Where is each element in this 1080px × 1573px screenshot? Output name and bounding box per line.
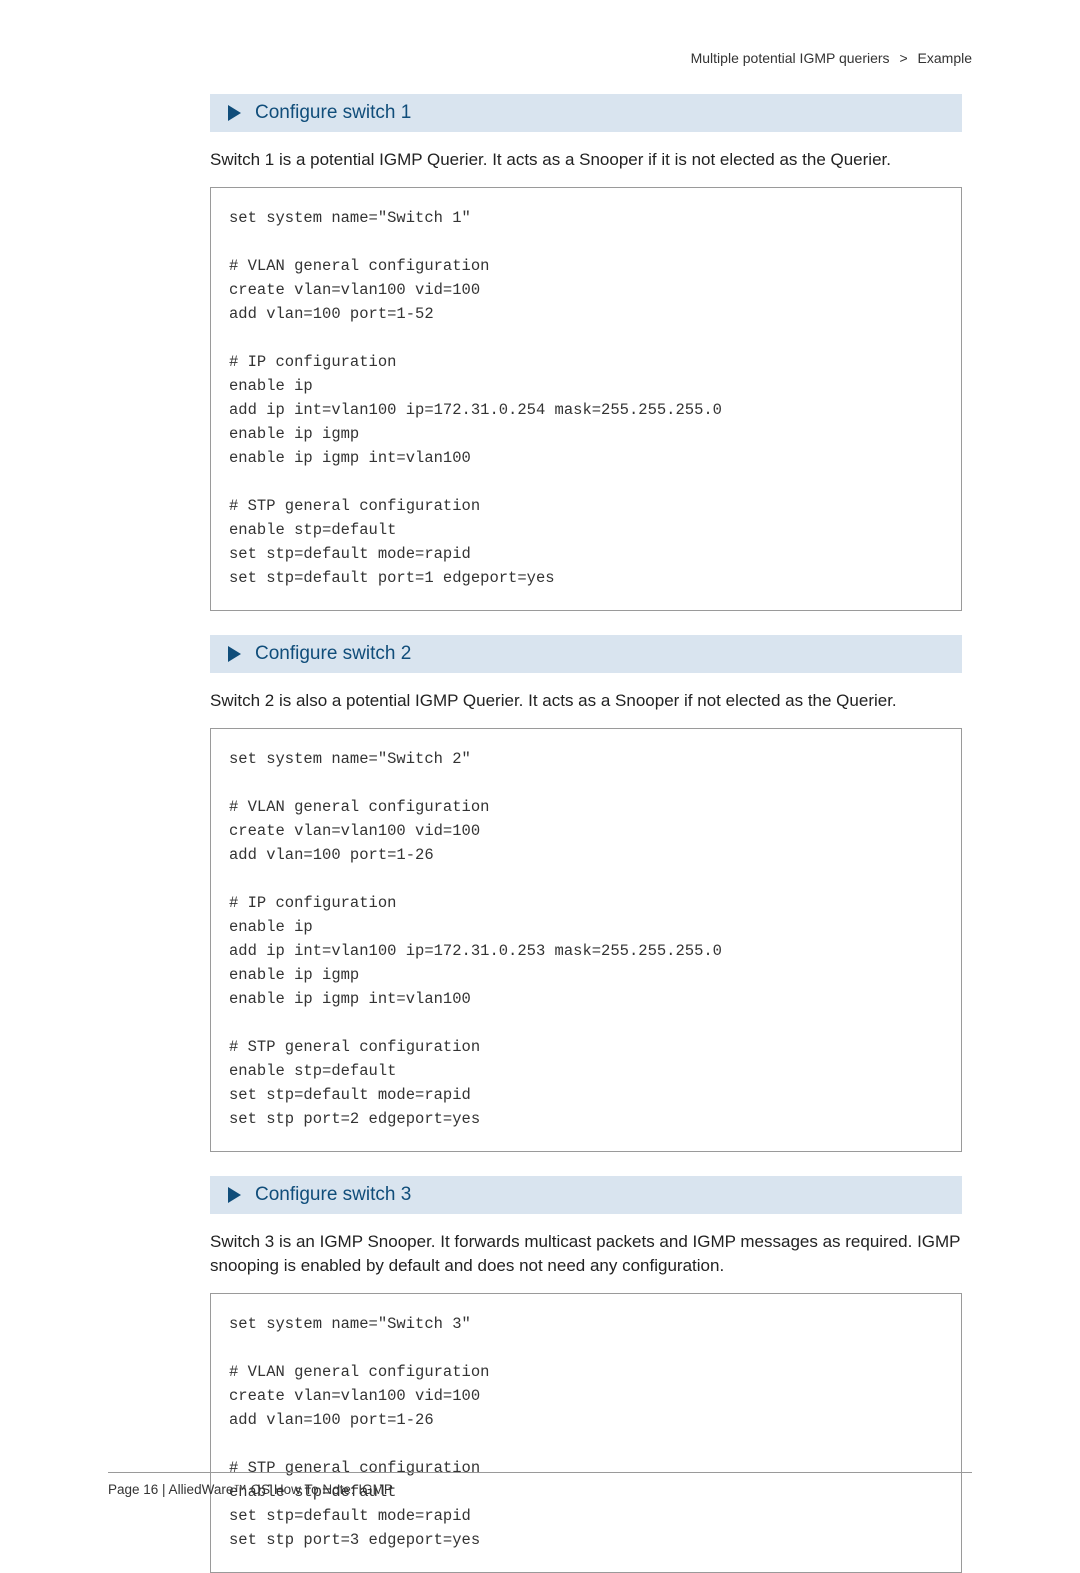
- code-text: set system name="Switch 1" # VLAN genera…: [229, 206, 943, 590]
- section-title: Configure switch 2: [255, 643, 411, 665]
- section-configure-switch-3: Configure switch 3 Switch 3 is an IGMP S…: [210, 1176, 962, 1573]
- section-intro: Switch 2 is also a potential IGMP Querie…: [210, 689, 962, 714]
- breadcrumb-right: Example: [918, 50, 972, 66]
- section-header: Configure switch 1: [210, 94, 962, 132]
- section-title: Configure switch 1: [255, 102, 411, 124]
- footer-text: Page 16 | AlliedWare™ OS How To Note: IG…: [108, 1482, 393, 1497]
- section-title: Configure switch 3: [255, 1184, 411, 1206]
- section-intro: Switch 1 is a potential IGMP Querier. It…: [210, 148, 962, 173]
- code-text: set system name="Switch 3" # VLAN genera…: [229, 1312, 943, 1552]
- section-intro: Switch 3 is an IGMP Snooper. It forwards…: [210, 1230, 962, 1279]
- breadcrumb-left: Multiple potential IGMP queriers: [691, 50, 890, 66]
- triangle-right-icon: [228, 105, 241, 121]
- section-configure-switch-1: Configure switch 1 Switch 1 is a potenti…: [210, 94, 962, 611]
- page: Multiple potential IGMP queriers > Examp…: [0, 0, 1080, 1527]
- code-block: set system name="Switch 3" # VLAN genera…: [210, 1293, 962, 1573]
- content: Configure switch 1 Switch 1 is a potenti…: [210, 94, 962, 1573]
- triangle-right-icon: [228, 646, 241, 662]
- breadcrumb: Multiple potential IGMP queriers > Examp…: [691, 50, 972, 66]
- section-header: Configure switch 2: [210, 635, 962, 673]
- triangle-right-icon: [228, 1187, 241, 1203]
- code-text: set system name="Switch 2" # VLAN genera…: [229, 747, 943, 1131]
- code-block: set system name="Switch 1" # VLAN genera…: [210, 187, 962, 611]
- footer-rule: [108, 1472, 972, 1473]
- section-header: Configure switch 3: [210, 1176, 962, 1214]
- section-configure-switch-2: Configure switch 2 Switch 2 is also a po…: [210, 635, 962, 1152]
- code-block: set system name="Switch 2" # VLAN genera…: [210, 728, 962, 1152]
- breadcrumb-sep: >: [899, 50, 907, 66]
